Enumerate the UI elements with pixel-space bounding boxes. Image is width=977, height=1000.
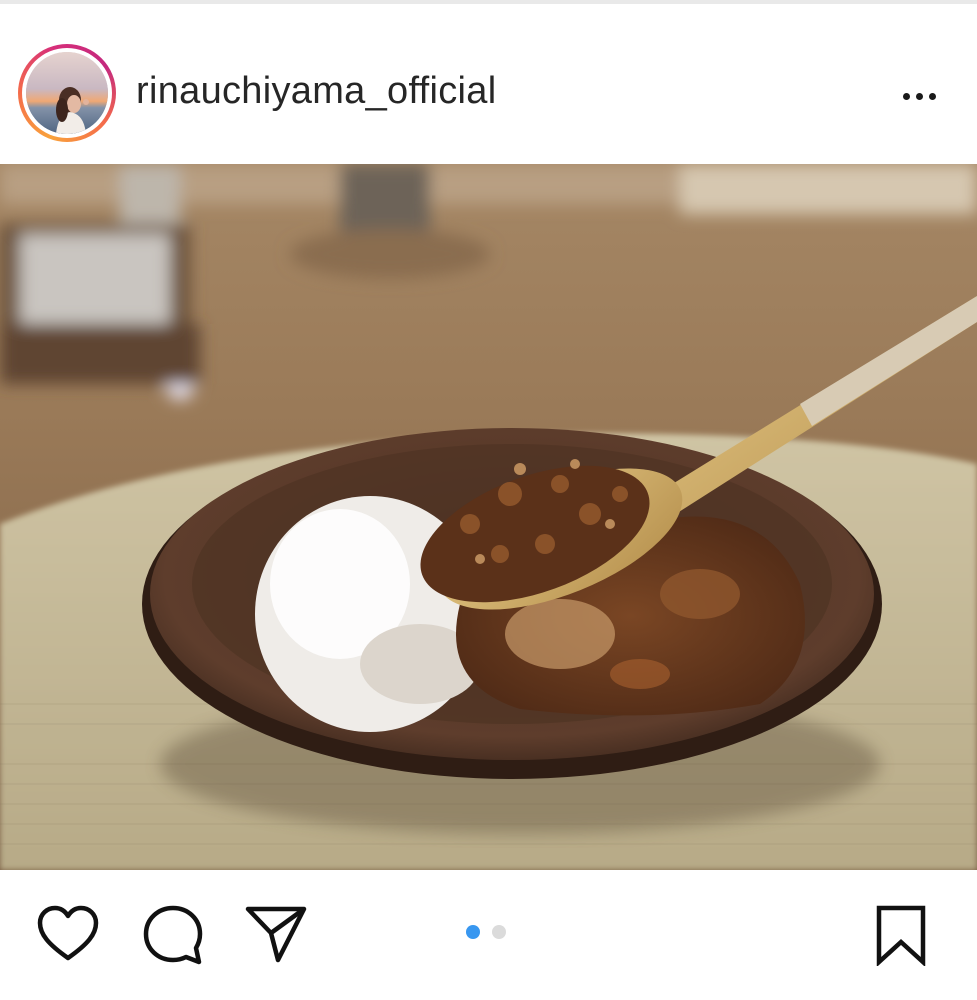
post-action-bar [0, 880, 977, 990]
post-header: rinauchiyama_official [0, 40, 977, 150]
carousel-indicator [466, 925, 506, 939]
carousel-dot [492, 925, 506, 939]
more-options-button[interactable] [894, 76, 944, 116]
more-dot [915, 92, 923, 100]
avatar-photo [26, 52, 108, 134]
bookmark-icon[interactable] [874, 904, 928, 968]
more-dot [928, 92, 936, 100]
post-photo[interactable] [0, 164, 977, 870]
username[interactable]: rinauchiyama_official [136, 70, 496, 113]
story-ring[interactable] [18, 44, 116, 142]
top-divider [0, 0, 977, 4]
heart-icon[interactable] [36, 904, 100, 964]
comment-icon[interactable] [142, 904, 204, 966]
paper-plane-icon[interactable] [244, 904, 308, 964]
more-horizontal-icon [902, 92, 910, 100]
avatar[interactable] [26, 52, 108, 134]
curry-photo [0, 164, 977, 870]
carousel-dot-active [466, 925, 480, 939]
